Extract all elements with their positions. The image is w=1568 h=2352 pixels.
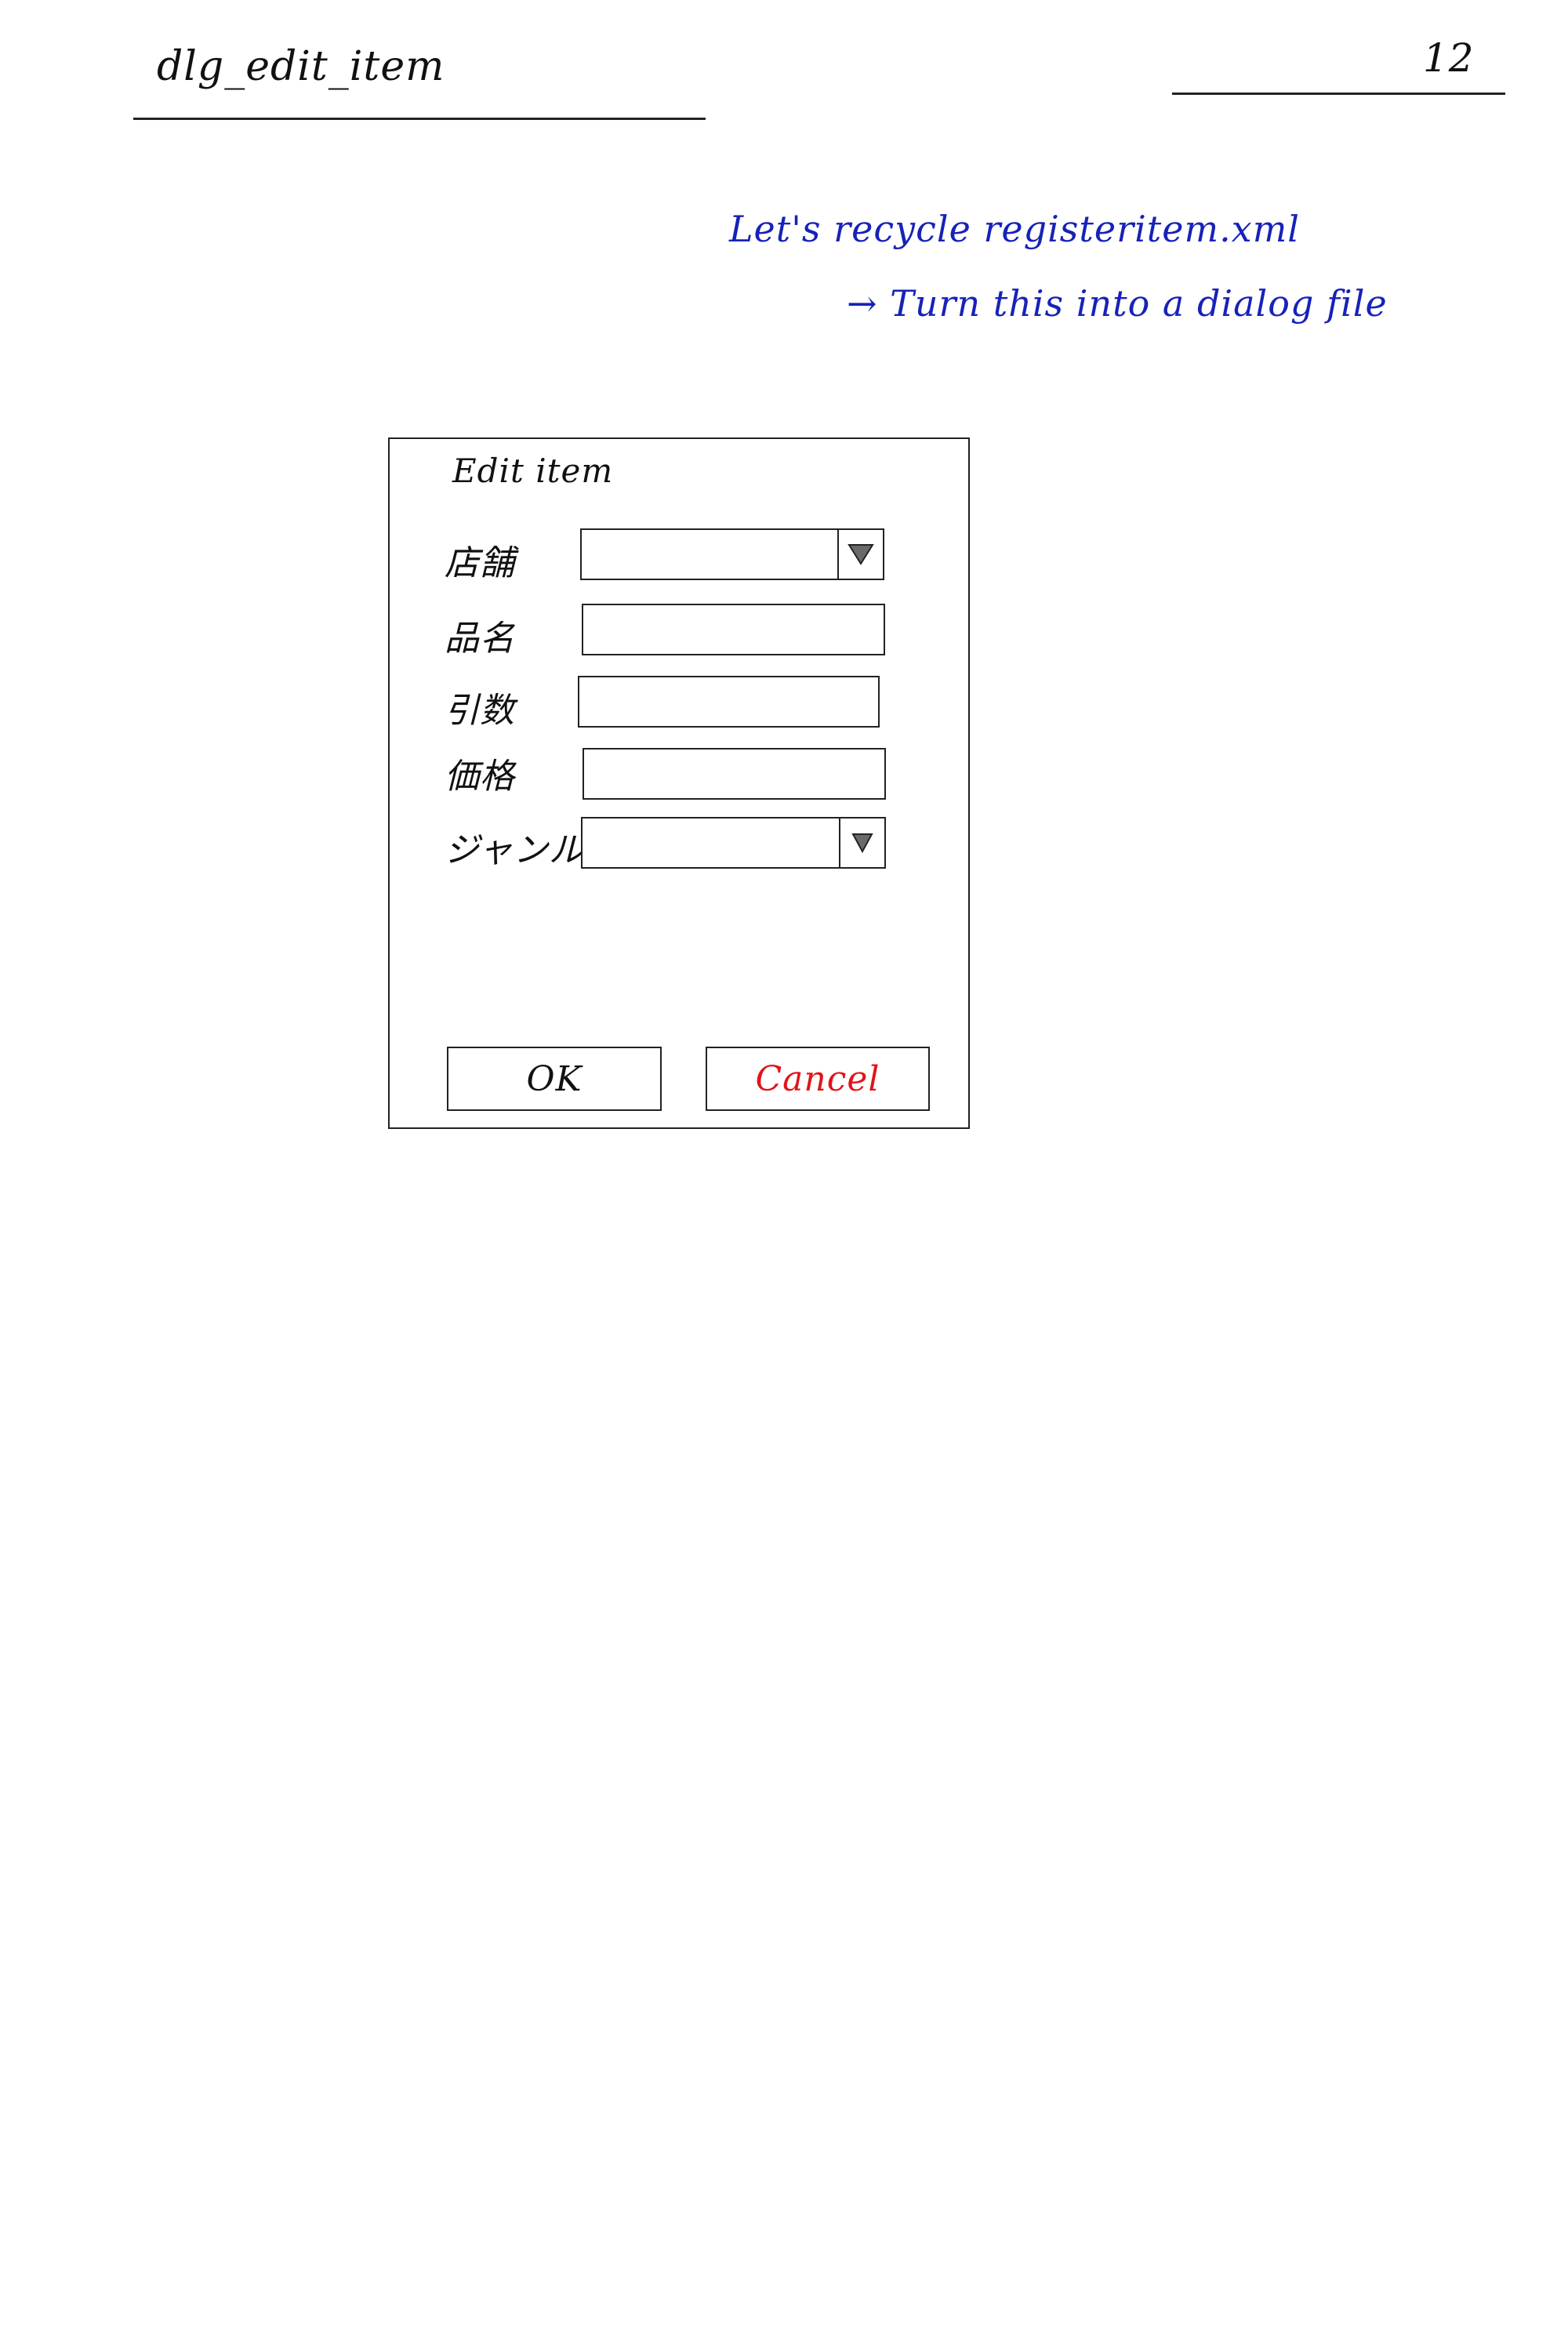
dropdown-arrow-button[interactable] bbox=[837, 530, 883, 579]
dropdown-arrow-button[interactable] bbox=[839, 818, 884, 867]
annotation-note-2: → Turn this into a dialog file bbox=[847, 282, 1388, 325]
field-label-price: 価格 bbox=[445, 757, 515, 797]
ok-button-label: OK bbox=[526, 1058, 583, 1099]
page-title: dlg_edit_item bbox=[157, 43, 445, 90]
page-number: 12 bbox=[1423, 35, 1475, 81]
annotation-note-1: Let's recycle registeritem.xml bbox=[729, 208, 1301, 250]
ok-button[interactable]: OK bbox=[447, 1047, 662, 1111]
dialog-title: Edit item bbox=[452, 452, 614, 490]
dropdown-arrow-icon bbox=[851, 833, 873, 854]
argument-input[interactable] bbox=[578, 676, 880, 728]
cancel-button-label: Cancel bbox=[755, 1058, 880, 1099]
genre-dropdown[interactable] bbox=[581, 817, 886, 869]
page-number-underline bbox=[1172, 93, 1505, 95]
cancel-button[interactable]: Cancel bbox=[706, 1047, 930, 1111]
field-label-store: 店舗 bbox=[445, 543, 515, 583]
store-dropdown[interactable] bbox=[580, 528, 884, 580]
edit-item-dialog: Edit item 店舗 品名 引数 価格 ジャンル OK Cancel bbox=[388, 437, 970, 1129]
field-label-argument: 引数 bbox=[445, 691, 515, 731]
field-label-item-name: 品名 bbox=[445, 619, 515, 659]
field-label-genre: ジャンル bbox=[445, 830, 584, 870]
dropdown-arrow-icon bbox=[848, 544, 874, 565]
item-name-input[interactable] bbox=[582, 604, 885, 655]
price-input[interactable] bbox=[583, 748, 886, 800]
page-title-underline bbox=[133, 118, 706, 120]
